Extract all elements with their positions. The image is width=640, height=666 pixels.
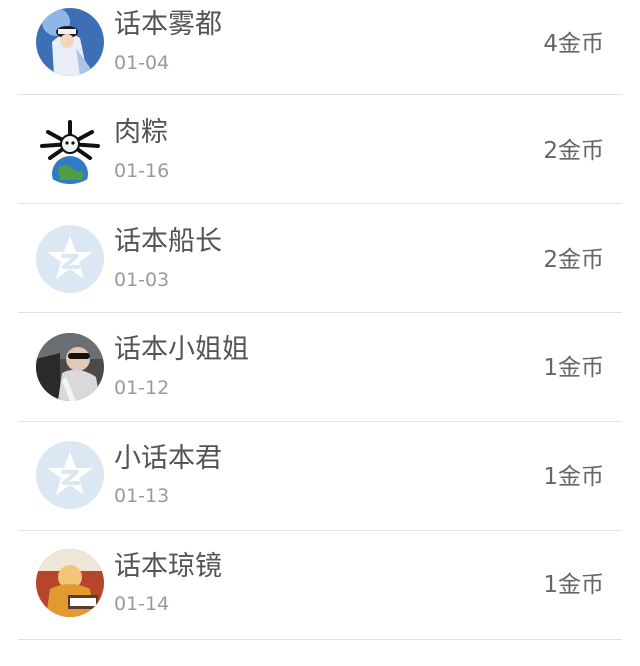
coin-amount: 1金币	[543, 572, 604, 598]
coin-amount: 2金币	[543, 247, 604, 273]
user-name: 话本雾都	[114, 9, 222, 40]
user-name: 话本船长	[114, 226, 222, 257]
default-qzone-star-avatar-icon[interactable]	[36, 225, 104, 293]
cartoon-earth-avatar-icon[interactable]	[36, 116, 104, 184]
coin-amount: 4金币	[543, 31, 604, 57]
gift-date: 01-04	[114, 52, 170, 74]
user-photo-avatar-icon[interactable]	[36, 549, 104, 617]
user-name: 话本小姐姐	[114, 334, 249, 365]
list-item[interactable]: 话本雾都 01-04 4金币	[18, 0, 622, 95]
gift-date: 01-03	[114, 269, 170, 291]
list-item[interactable]: 小话本君 01-13 1金币	[18, 422, 622, 531]
gift-date: 01-16	[114, 160, 170, 182]
user-name: 肉粽	[114, 117, 168, 148]
gift-date: 01-12	[114, 377, 170, 399]
list-item[interactable]: 话本船长 01-03 2金币	[18, 204, 622, 313]
list-item[interactable]: 肉粽 01-16 2金币	[18, 95, 622, 204]
gift-list: 话本雾都 01-04 4金币 肉粽 01-16 2金币 话本船长 01-03 2…	[0, 0, 640, 666]
coin-amount: 2金币	[543, 138, 604, 164]
user-photo-avatar-icon[interactable]	[36, 333, 104, 401]
default-qzone-star-avatar-icon[interactable]	[36, 441, 104, 509]
list-item[interactable]: 话本琼镜 01-14 1金币	[18, 531, 622, 640]
coin-amount: 1金币	[543, 355, 604, 381]
list-item[interactable]: 话本小姐姐 01-12 1金币	[18, 313, 622, 422]
user-photo-avatar-icon[interactable]	[36, 8, 104, 76]
user-name: 小话本君	[114, 443, 222, 474]
gift-date: 01-14	[114, 593, 170, 615]
user-name: 话本琼镜	[114, 551, 222, 582]
coin-amount: 1金币	[543, 464, 604, 490]
gift-date: 01-13	[114, 485, 170, 507]
